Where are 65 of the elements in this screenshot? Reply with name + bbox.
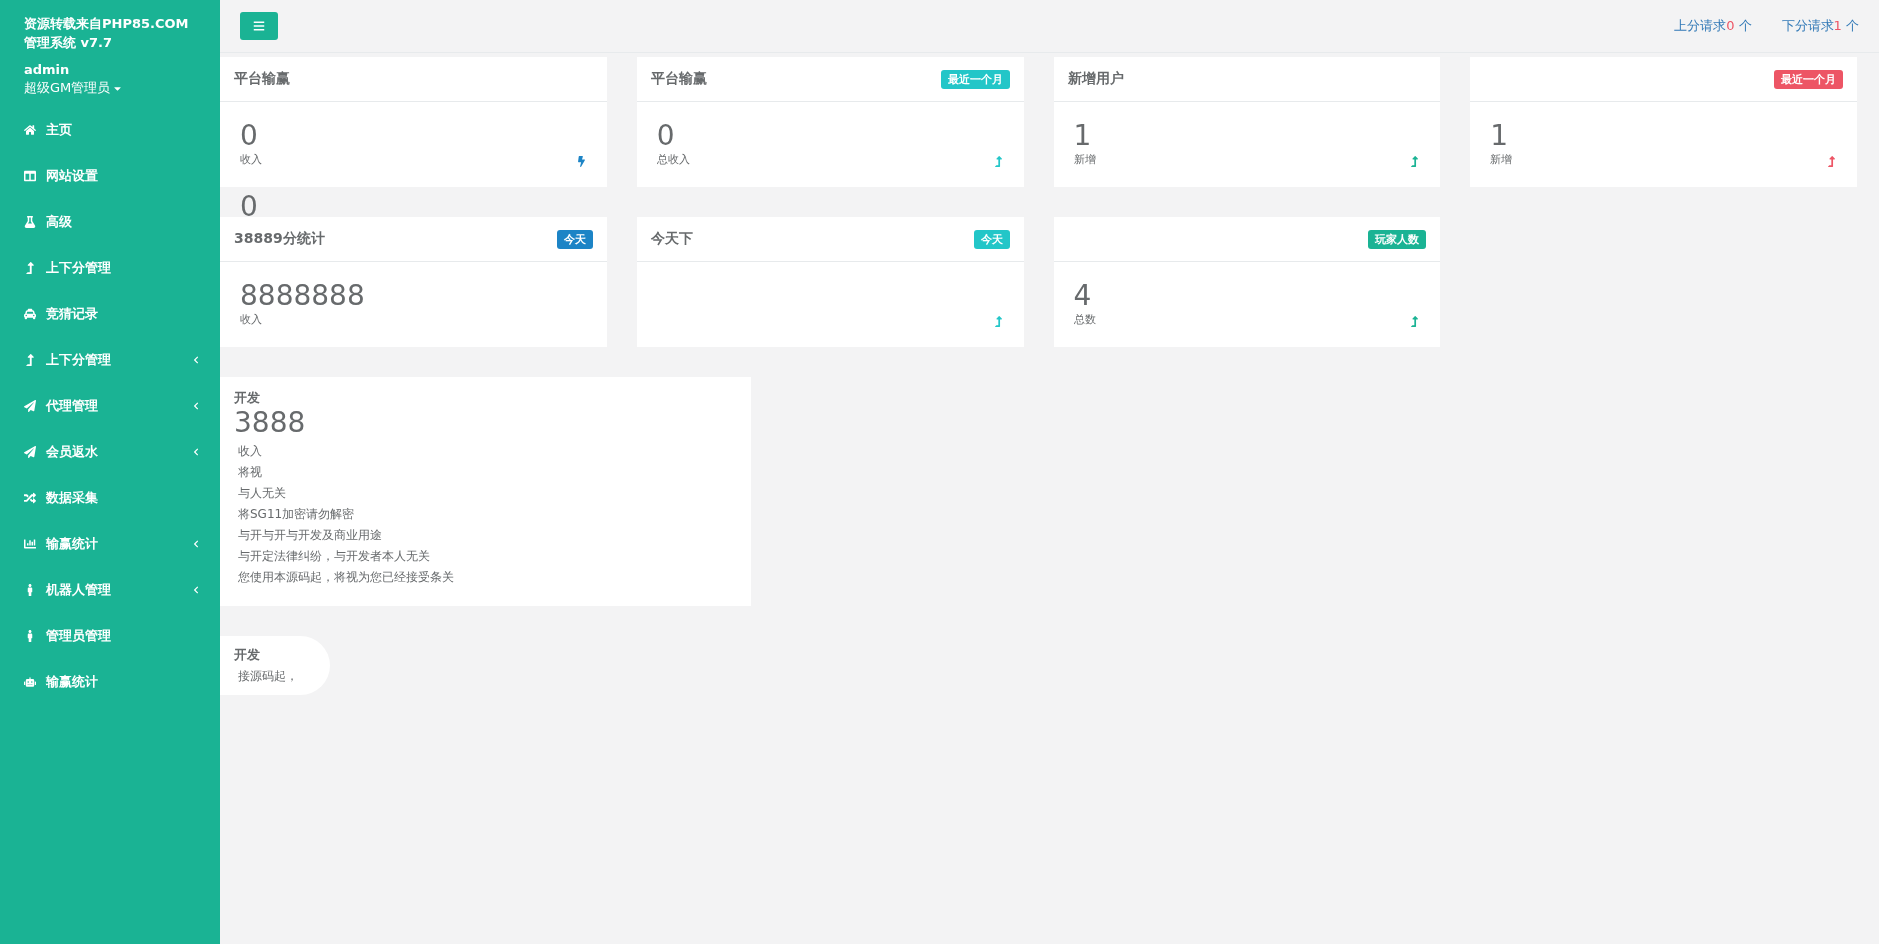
period-label: 今天 xyxy=(973,229,1010,249)
bar-chart-icon xyxy=(24,538,36,550)
stat-caption: 新增 xyxy=(1490,152,1514,167)
card-title: 平台输赢 xyxy=(650,70,708,88)
stat-caption: 收入 xyxy=(240,152,263,167)
nav-item[interactable]: 管理员管理 xyxy=(0,613,220,659)
panel-title: 开发 xyxy=(234,389,261,407)
nav-item[interactable]: 上下分管理 xyxy=(0,245,220,291)
period-label: 最近一个月 xyxy=(1774,69,1843,89)
card-title: 今天下 xyxy=(650,230,694,248)
stat-caption: 总收入 xyxy=(656,152,691,167)
nav-item[interactable]: 高级 xyxy=(0,199,220,245)
robot-icon xyxy=(24,676,36,688)
notice-text: 将SG11加密请勿解密 xyxy=(238,506,356,523)
menu-button[interactable] xyxy=(240,12,278,40)
stat-value: 1 xyxy=(1490,120,1510,152)
card-title: 新增用户 xyxy=(1067,70,1125,88)
user-name: admin xyxy=(23,61,71,77)
notice-text: 将视 xyxy=(238,464,263,481)
stat-value: 3888 xyxy=(234,406,306,439)
arrow-up-icon xyxy=(24,354,36,366)
home-icon xyxy=(24,124,36,136)
nav-item[interactable]: 上下分管理 xyxy=(0,337,220,383)
card-title: 38889分统计 xyxy=(234,230,326,248)
stat-caption: 收入 xyxy=(238,443,263,460)
nav-item[interactable]: 网站设置 xyxy=(0,153,220,199)
period-label: 最近一个月 xyxy=(940,69,1010,89)
stat-caption: 收入 xyxy=(240,312,263,327)
columns-icon xyxy=(24,170,36,182)
request-link[interactable]: 上分请求0 个 xyxy=(1674,17,1752,35)
period-label: 今天 xyxy=(556,229,593,249)
role-dropdown[interactable]: 超级GM管理员 xyxy=(0,77,148,107)
notice-text: 您使用本源码起，将视为您已经接受条关 xyxy=(238,569,455,586)
stat-value: 1 xyxy=(1073,120,1093,152)
stat-value: 8888888 xyxy=(240,280,366,312)
stat-caption: 总数 xyxy=(1073,312,1097,327)
nav-item[interactable]: 输赢统计 xyxy=(0,659,220,705)
request-link[interactable]: 下分请求1 个 xyxy=(1781,17,1859,35)
stat-caption: 新增 xyxy=(1073,152,1097,167)
notice-text: 与人无关 xyxy=(238,485,287,502)
car-icon xyxy=(24,308,36,320)
paper-plane-icon xyxy=(24,400,36,412)
notice-text: 与开定法律纠纷，与开发者本人无关 xyxy=(238,548,431,565)
nav-item[interactable]: 会员返水 xyxy=(0,429,220,475)
brand-title: 资源转载来自PHP85.COM管理系统 v7.7 xyxy=(23,15,190,52)
nav-item[interactable]: 竞猜记录 xyxy=(0,291,220,337)
arrow-up-icon xyxy=(24,262,36,274)
nav-item[interactable]: 机器人管理 xyxy=(0,567,220,613)
stat-value: 0 xyxy=(656,120,676,152)
nav-item[interactable]: 代理管理 xyxy=(0,383,220,429)
notice-text: 与开与开与开发及商业用途 xyxy=(238,527,383,544)
panel-title: 开发 xyxy=(234,646,261,664)
paper-plane-icon xyxy=(24,446,36,458)
card-title: 平台输赢 xyxy=(234,70,291,88)
nav-item[interactable]: 主页 xyxy=(0,107,220,153)
nav-item[interactable]: 输赢统计 xyxy=(0,521,220,567)
flask-icon xyxy=(24,216,36,228)
period-label: 玩家人数 xyxy=(1368,229,1427,249)
shuffle-icon xyxy=(24,492,36,504)
menu-icon xyxy=(253,20,265,32)
stat-value: 4 xyxy=(1073,280,1093,312)
nav-item[interactable]: 数据采集 xyxy=(0,475,220,521)
stat-value: 0 xyxy=(240,120,259,152)
stat-value: 0 xyxy=(240,190,258,223)
notice-text: 接源码起， xyxy=(238,668,299,685)
